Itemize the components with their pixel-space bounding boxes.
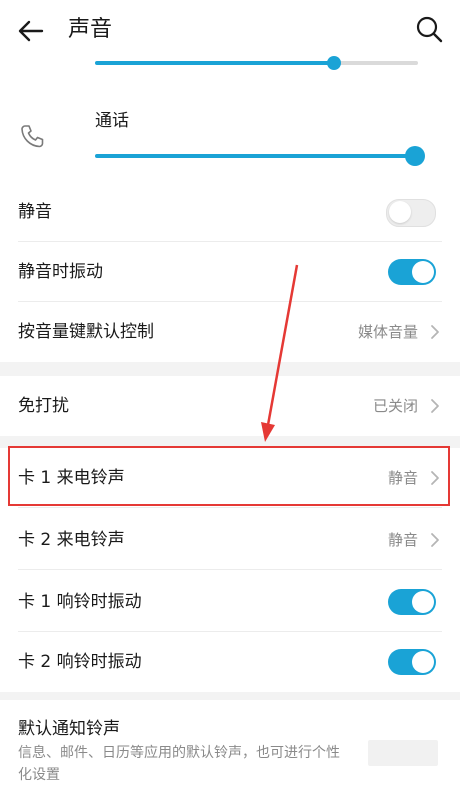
toggle-knob bbox=[412, 591, 434, 613]
sim2-ringtone-row[interactable]: 卡 2 来电铃声 静音 bbox=[0, 510, 460, 570]
volume-key-value: 媒体音量 bbox=[357, 323, 418, 341]
divider bbox=[18, 569, 442, 570]
sim2-vibrate-label: 卡 2 响铃时振动 bbox=[18, 652, 142, 672]
chevron-right-icon bbox=[431, 325, 439, 339]
vibrate-on-mute-label: 静音时振动 bbox=[18, 262, 103, 282]
sim1-vibrate-label: 卡 1 响铃时振动 bbox=[18, 592, 142, 612]
dnd-row[interactable]: 免打扰 已关闭 bbox=[0, 376, 460, 436]
sim2-ringtone-value: 静音 bbox=[387, 531, 418, 549]
sim1-ringtone-label: 卡 1 来电铃声 bbox=[18, 468, 125, 488]
chevron-right-icon bbox=[431, 471, 439, 485]
dnd-label: 免打扰 bbox=[18, 396, 69, 416]
chevron-right-icon bbox=[431, 399, 439, 413]
section-gap bbox=[0, 362, 460, 376]
call-volume-thumb[interactable] bbox=[405, 146, 425, 166]
dnd-value: 已关闭 bbox=[372, 397, 418, 415]
back-button[interactable] bbox=[14, 14, 48, 48]
sim2-vibrate-row[interactable]: 卡 2 响铃时振动 bbox=[0, 632, 460, 692]
mute-toggle[interactable] bbox=[386, 199, 436, 227]
call-volume-label: 通话 bbox=[95, 111, 129, 131]
sim1-ringtone-value: 静音 bbox=[387, 469, 418, 487]
sim2-vibrate-toggle[interactable] bbox=[388, 649, 436, 675]
notification-ringtone-description: 信息、邮件、日历等应用的默认铃声，也可进行个性化设置 bbox=[18, 745, 340, 783]
arrow-left-icon bbox=[18, 20, 44, 42]
call-volume-section: 通话 bbox=[0, 90, 460, 180]
toggle-knob bbox=[412, 651, 434, 673]
media-volume-track bbox=[334, 61, 418, 65]
sim1-vibrate-row[interactable]: 卡 1 响铃时振动 bbox=[0, 572, 460, 632]
notification-ringtone-row[interactable]: 默认通知铃声 信息、邮件、日历等应用的默认铃声，也可进行个性化设置 bbox=[0, 700, 460, 800]
notification-ringtone-label: 默认通知铃声 bbox=[18, 719, 120, 739]
volume-key-label: 按音量键默认控制 bbox=[18, 322, 154, 342]
call-volume-slider[interactable] bbox=[95, 146, 425, 166]
sim1-ringtone-row[interactable]: 卡 1 来电铃声 静音 bbox=[0, 448, 460, 508]
media-volume-slider[interactable] bbox=[95, 55, 418, 71]
toggle-knob bbox=[412, 261, 434, 283]
app-header: 声音 bbox=[0, 0, 460, 60]
phone-icon bbox=[21, 125, 44, 148]
media-volume-fill bbox=[95, 61, 334, 65]
section-gap bbox=[0, 692, 460, 700]
toggle-knob bbox=[389, 201, 411, 223]
vibrate-on-mute-toggle[interactable] bbox=[388, 259, 436, 285]
mute-row[interactable]: 静音 bbox=[0, 182, 460, 242]
volume-key-row[interactable]: 按音量键默认控制 媒体音量 bbox=[0, 302, 460, 362]
search-button[interactable] bbox=[414, 14, 444, 44]
page-title: 声音 bbox=[68, 17, 113, 42]
mute-label: 静音 bbox=[18, 202, 52, 222]
chevron-right-icon bbox=[431, 533, 439, 547]
media-volume-thumb[interactable] bbox=[327, 56, 341, 70]
search-icon bbox=[416, 16, 443, 43]
divider bbox=[18, 507, 442, 508]
call-volume-fill bbox=[95, 154, 415, 158]
blurred-value bbox=[368, 740, 438, 766]
vibrate-on-mute-row[interactable]: 静音时振动 bbox=[0, 242, 460, 302]
sim1-vibrate-toggle[interactable] bbox=[388, 589, 436, 615]
section-gap bbox=[0, 436, 460, 448]
sim2-ringtone-label: 卡 2 来电铃声 bbox=[18, 530, 125, 550]
